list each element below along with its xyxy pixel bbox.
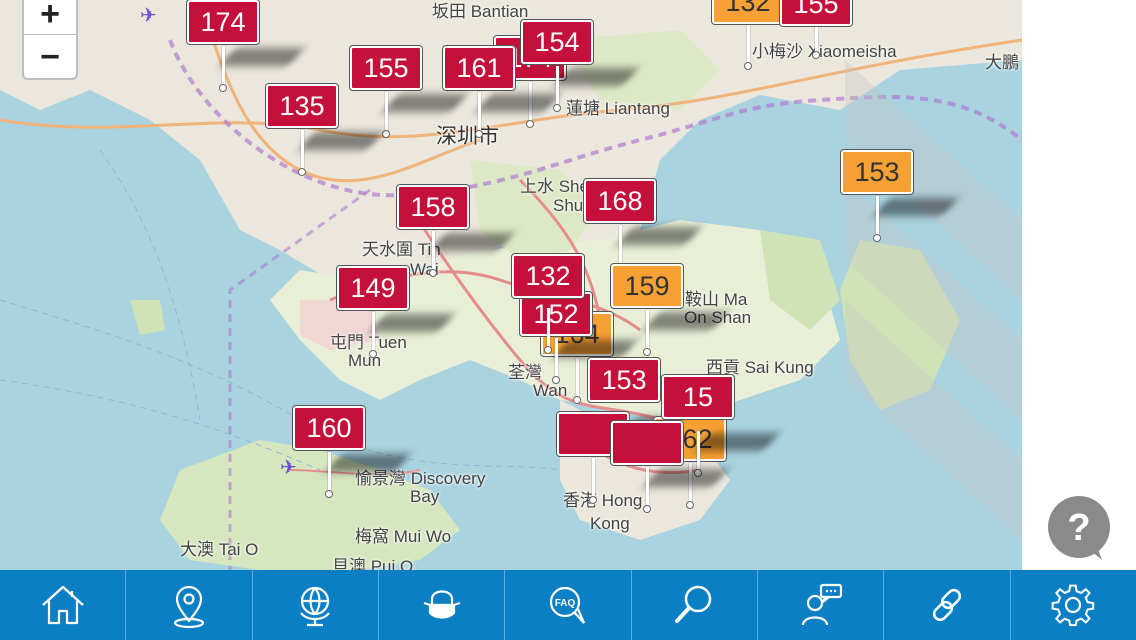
aqhi-value: 158 [397,185,469,229]
bottom-navbar: FAQ [0,570,1136,640]
aqhi-value: 161 [443,46,515,90]
nav-faq[interactable]: FAQ [504,570,630,640]
svg-text:✈: ✈ [140,3,157,27]
aqhi-value: 153 [841,150,913,194]
speaker-chat-icon [801,583,842,626]
aqhi-value: 155 [350,46,422,90]
aqhi-value: 132 [512,254,584,298]
help-label: ? [1067,507,1090,549]
nav-forecast[interactable] [756,570,883,640]
place-label: 鞍山 Ma [685,290,748,309]
zoom-control: + − [22,0,78,80]
home-icon [41,585,84,625]
mask-face-icon [423,590,460,619]
aqhi-value: 160 [293,406,365,450]
aqhi-value: 155 [780,0,852,26]
place-label: 大鵬 [985,53,1019,72]
place-label: Wan [533,381,568,400]
aqhi-value [611,421,683,465]
nav-links[interactable] [883,570,1009,640]
place-label: 蓮塘 Liantang [566,99,670,118]
globe-icon [300,586,331,627]
aqhi-value: 149 [337,266,409,310]
nav-settings[interactable] [1009,570,1136,640]
svg-text:FAQ: FAQ [555,598,576,609]
gear-icon [1051,584,1095,627]
nav-home[interactable] [0,570,125,640]
place-label: 荃灣 [508,363,542,382]
place-label: 天水圍 Tin [362,240,441,259]
search-icon [675,585,712,623]
place-label: Bay [410,487,440,506]
aqhi-value: 159 [611,264,683,308]
place-label: 香港 Hong [563,491,643,510]
svg-text:✈: ✈ [280,455,297,479]
zoom-in-button[interactable]: + [24,0,76,35]
aqhi-value: 154 [521,20,593,64]
nav-search[interactable] [630,570,757,640]
question-bubble-icon: ? [1048,496,1110,560]
place-label: Shui [553,196,588,215]
place-label: 小梅沙 Xiaomeisha [752,42,897,61]
map-side-panel [1022,0,1136,570]
aqhi-value: 152 [520,292,592,336]
nav-location[interactable] [125,570,251,640]
nav-health[interactable] [377,570,504,640]
aqhi-value: 168 [584,179,656,223]
air-quality-map[interactable]: ✈ ✈ 坂田 Bantian 深圳市 蓮塘 Liantang 小梅沙 Xiaom… [0,0,1022,570]
location-pin-icon [173,585,205,629]
place-label: 大澳 Tai O [180,540,259,559]
aqhi-value: 15 [662,375,734,419]
zoom-out-button[interactable]: − [24,35,76,79]
place-label: 深圳市 [436,125,499,148]
aqhi-value: 153 [588,358,660,402]
help-button[interactable]: ? [1046,496,1112,562]
place-label: 梅窩 Mui Wo [355,527,452,546]
place-label: 貝澳 Pui O [332,557,414,570]
place-label: 坂田 Bantian [432,2,529,21]
aqhi-value: 174 [187,0,259,44]
aqhi-value: 135 [266,84,338,128]
place-label: Kong [590,514,630,533]
link-icon [932,588,962,622]
nav-globe[interactable] [251,570,378,640]
aqhi-value: 132 [712,0,784,24]
faq-bubble-icon: FAQ [549,586,585,624]
